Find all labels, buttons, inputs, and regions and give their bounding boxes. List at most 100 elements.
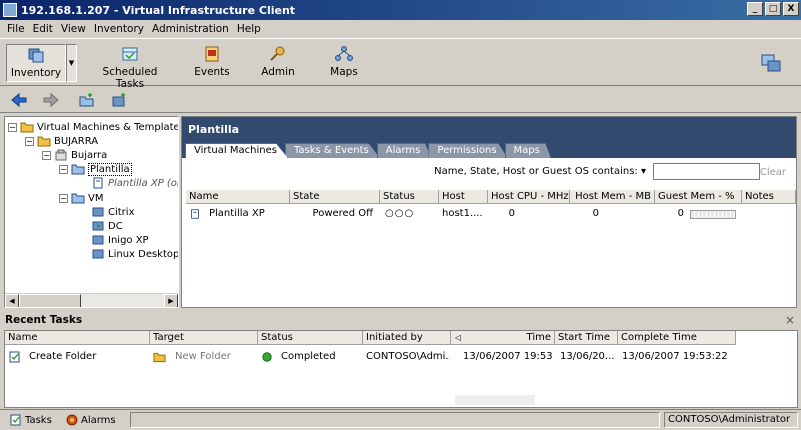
forward-arrow-icon[interactable] bbox=[42, 92, 60, 108]
cell-host-cpu: 0 bbox=[508, 208, 515, 219]
cell-host-mem: 0 bbox=[592, 208, 599, 219]
tree-node-inigo-xp[interactable]: Inigo XP bbox=[91, 233, 149, 247]
status-tab-tasks[interactable]: Tasks bbox=[10, 412, 52, 428]
scheduled-tasks-button[interactable]: Scheduled Tasks bbox=[88, 44, 172, 90]
tree-collapse-toggle[interactable]: − bbox=[59, 164, 68, 174]
tree-node-vm-folder[interactable]: − VM bbox=[59, 191, 103, 205]
events-label: Events bbox=[194, 66, 230, 78]
new-vm-icon[interactable] bbox=[110, 92, 128, 108]
close-button[interactable]: X bbox=[783, 2, 799, 16]
menu-view[interactable]: View bbox=[57, 23, 90, 35]
task-start-time: 13/06/20... bbox=[560, 351, 615, 362]
status-tab-alarms-label: Alarms bbox=[81, 414, 116, 426]
status-tab-alarms[interactable]: Alarms bbox=[66, 412, 116, 428]
tab-maps[interactable]: Maps bbox=[504, 143, 551, 158]
cell-host: host1.... bbox=[442, 208, 483, 219]
status-message-area bbox=[130, 412, 660, 428]
inventory-button[interactable]: Inventory bbox=[6, 44, 66, 82]
scroll-right-icon[interactable]: ▶ bbox=[164, 294, 178, 307]
tree-collapse-toggle[interactable]: − bbox=[8, 122, 17, 132]
close-icon[interactable]: × bbox=[785, 313, 795, 327]
task-name: Create Folder bbox=[29, 351, 97, 362]
tree-label-root: Virtual Machines & Templates bbox=[37, 121, 179, 133]
tasks-icon bbox=[10, 414, 21, 426]
maps-button[interactable]: Maps bbox=[322, 44, 366, 82]
column-host-mem[interactable]: Host Mem - MB bbox=[570, 190, 655, 204]
menu-edit[interactable]: Edit bbox=[29, 23, 57, 35]
tree-collapse-toggle[interactable]: − bbox=[25, 136, 34, 146]
template-icon bbox=[191, 209, 199, 219]
column-guest-mem[interactable]: Guest Mem - % bbox=[655, 190, 742, 204]
inventory-icon bbox=[28, 48, 44, 63]
column-name[interactable]: Name bbox=[186, 190, 290, 204]
scroll-left-icon[interactable]: ◀ bbox=[5, 294, 19, 307]
tree-collapse-toggle[interactable]: − bbox=[42, 150, 51, 160]
vm-icon bbox=[92, 249, 104, 259]
tree-node-linux-desktop[interactable]: Linux Desktop bbox=[91, 247, 178, 261]
task-status: Completed bbox=[281, 351, 336, 362]
admin-button[interactable]: Admin bbox=[256, 44, 300, 82]
main-toolbar: Inventory ▼ Scheduled Tasks Events Admin… bbox=[0, 38, 801, 90]
folder-icon bbox=[153, 352, 166, 363]
tree-label-plantilla-xp: Plantilla XP (orp bbox=[108, 177, 178, 189]
column-host-cpu[interactable]: Host CPU - MHz bbox=[488, 190, 570, 204]
scheduled-tasks-icon bbox=[122, 47, 138, 61]
inventory-dropdown[interactable]: ▼ bbox=[66, 44, 77, 82]
tree-node-plantilla[interactable]: − Plantilla bbox=[59, 162, 132, 176]
tree-node-host[interactable]: − Bujarra bbox=[42, 148, 107, 162]
title-bar: 192.168.1.207 - Virtual Infrastructure C… bbox=[0, 0, 801, 20]
tree-node-plantilla-xp[interactable]: Plantilla XP (orp bbox=[91, 176, 178, 190]
menu-help[interactable]: Help bbox=[233, 23, 265, 35]
new-folder-icon[interactable] bbox=[78, 92, 96, 108]
column-notes[interactable]: Notes bbox=[742, 190, 796, 204]
task-complete-time: 13/06/2007 19:53:22 bbox=[622, 351, 728, 362]
recent-tasks-header: Recent Tasks × bbox=[0, 312, 801, 329]
filter-bar: Name, State, Host or Guest OS contains: … bbox=[182, 158, 796, 187]
task-icon bbox=[9, 351, 20, 363]
menu-file[interactable]: File bbox=[3, 23, 29, 35]
console-icon[interactable] bbox=[761, 54, 781, 72]
menu-administration[interactable]: Administration bbox=[148, 23, 233, 35]
tree-node-datacenter[interactable]: − BUJARRA bbox=[25, 134, 98, 148]
recent-tasks-panel: Name Target Status Initiated by ◁ Time S… bbox=[4, 330, 798, 408]
alarms-icon bbox=[66, 414, 78, 426]
tree-horizontal-scrollbar[interactable]: ◀ ▶ bbox=[5, 293, 178, 307]
maximize-button[interactable]: □ bbox=[765, 2, 781, 16]
tab-strip: Virtual Machines Tasks & Events Alarms P… bbox=[185, 143, 551, 158]
guest-mem-bar bbox=[690, 210, 736, 219]
back-arrow-icon[interactable] bbox=[10, 92, 28, 108]
cell-notes bbox=[742, 207, 796, 221]
scheduled-tasks-label: Scheduled Tasks bbox=[102, 66, 158, 90]
tab-virtual-machines[interactable]: Virtual Machines bbox=[185, 143, 288, 158]
column-status[interactable]: Status bbox=[380, 190, 439, 204]
admin-icon bbox=[270, 46, 285, 61]
tasks-scrollbar[interactable] bbox=[455, 395, 535, 405]
tree-node-root[interactable]: − Virtual Machines & Templates bbox=[8, 120, 179, 134]
events-button[interactable]: Events bbox=[190, 44, 234, 82]
tree-collapse-toggle[interactable]: − bbox=[59, 193, 68, 203]
blue-folder-icon bbox=[71, 164, 85, 175]
cell-state: Powered Off bbox=[312, 208, 373, 219]
table-row[interactable]: Plantilla XP Powered Off ○○○ host1.... 0… bbox=[186, 207, 796, 221]
status-tab-tasks-label: Tasks bbox=[25, 414, 52, 426]
vm-running-icon bbox=[92, 221, 104, 231]
maps-label: Maps bbox=[330, 66, 358, 78]
filter-input[interactable] bbox=[653, 163, 760, 180]
completed-icon bbox=[262, 352, 272, 362]
table-row[interactable]: Create Folder New Folder Completed CONTO… bbox=[5, 331, 795, 371]
tab-tasks-events[interactable]: Tasks & Events bbox=[284, 143, 380, 158]
maps-icon bbox=[335, 46, 353, 61]
column-host[interactable]: Host bbox=[439, 190, 488, 204]
column-state[interactable]: State bbox=[290, 190, 380, 204]
scroll-thumb[interactable] bbox=[19, 294, 81, 307]
tree-node-dc[interactable]: DC bbox=[91, 219, 123, 233]
filter-label[interactable]: Name, State, Host or Guest OS contains: … bbox=[434, 166, 646, 177]
navigation-toolbar bbox=[0, 88, 801, 113]
menu-inventory[interactable]: Inventory bbox=[90, 23, 148, 35]
minimize-button[interactable]: _ bbox=[747, 2, 763, 16]
window-title: 192.168.1.207 - Virtual Infrastructure C… bbox=[21, 3, 296, 17]
tree-node-citrix[interactable]: Citrix bbox=[91, 205, 135, 219]
tab-permissions[interactable]: Permissions bbox=[428, 143, 508, 158]
clear-link[interactable]: Clear bbox=[760, 167, 786, 178]
tab-alarms[interactable]: Alarms bbox=[376, 143, 432, 158]
